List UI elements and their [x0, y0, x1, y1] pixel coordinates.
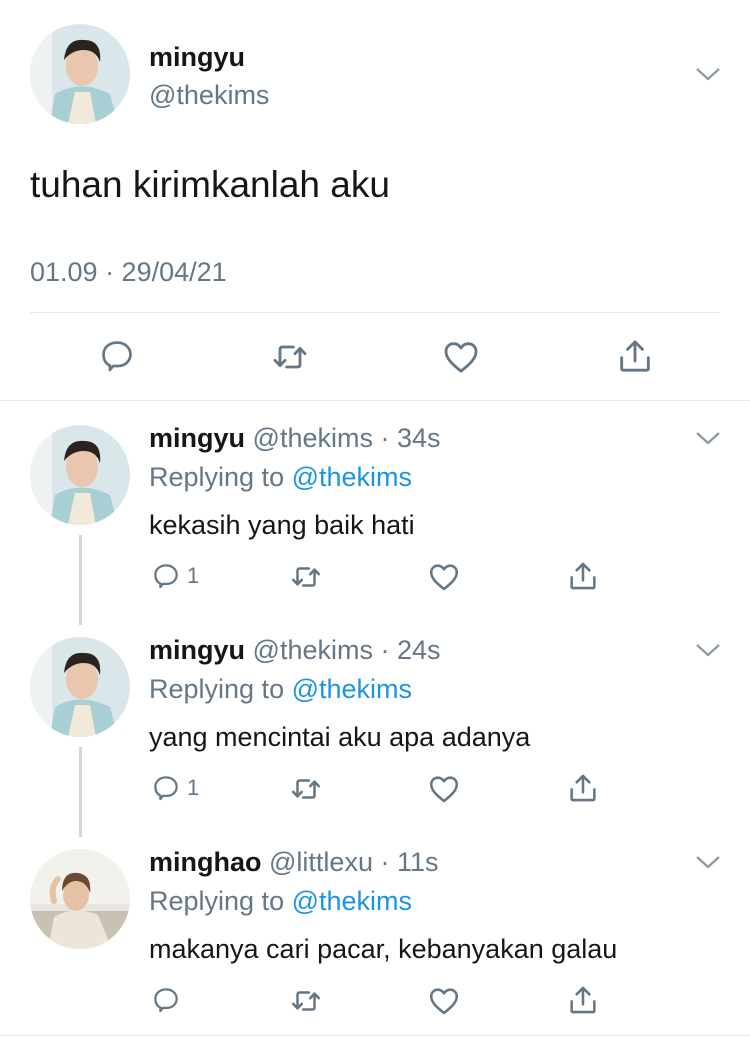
- reply-action[interactable]: 1: [151, 773, 199, 803]
- thread-line: [79, 535, 82, 625]
- author-handle[interactable]: @thekims: [149, 80, 269, 111]
- avatar-image: [30, 24, 130, 124]
- bottom-divider: [0, 1035, 750, 1036]
- share-icon[interactable]: [566, 771, 600, 805]
- chevron-down-icon[interactable]: [695, 642, 721, 658]
- divider: [30, 312, 720, 313]
- reply-action[interactable]: 1: [151, 561, 199, 591]
- retweet-icon[interactable]: [289, 984, 323, 1018]
- like-icon[interactable]: [427, 772, 461, 806]
- like-icon[interactable]: [441, 337, 481, 377]
- replying-to: Replying to @thekims: [149, 886, 412, 917]
- replying-to-handle[interactable]: @thekims: [292, 462, 412, 492]
- avatar[interactable]: [30, 425, 130, 525]
- tweet-timestamp[interactable]: 01.09 · 29/04/21: [30, 257, 227, 288]
- reply-icon: [154, 988, 178, 1013]
- like-icon[interactable]: [427, 560, 461, 594]
- avatar-image: [30, 425, 130, 525]
- section-divider: [0, 400, 750, 401]
- reply-time[interactable]: 24s: [397, 635, 441, 665]
- dot-separator: ·: [372, 423, 397, 453]
- replying-prefix: Replying to: [149, 886, 285, 916]
- like-icon[interactable]: [427, 984, 461, 1018]
- replying-to-handle[interactable]: @thekims: [292, 886, 412, 916]
- reply-text: kekasih yang baik hati: [149, 510, 415, 540]
- chevron-down-icon[interactable]: [695, 66, 721, 82]
- share-icon[interactable]: [615, 336, 655, 376]
- reply-time[interactable]: 34s: [397, 423, 441, 453]
- author-name[interactable]: mingyu: [149, 635, 245, 665]
- dot-separator: ·: [372, 847, 397, 877]
- reply-text: yang mencintai aku apa adanya: [149, 722, 531, 752]
- retweet-icon[interactable]: [270, 337, 310, 377]
- reply-time[interactable]: 11s: [397, 847, 439, 877]
- avatar-image: [30, 637, 130, 737]
- thread-line: [79, 747, 82, 837]
- reply-action[interactable]: [151, 985, 187, 1015]
- reply-icon: [154, 776, 178, 801]
- replying-to: Replying to @thekims: [149, 462, 412, 493]
- reply-icon: [154, 564, 178, 589]
- replying-prefix: Replying to: [149, 674, 285, 704]
- dot-separator: ·: [372, 635, 397, 665]
- author-handle[interactable]: @thekims: [253, 423, 373, 453]
- author-name[interactable]: mingyu: [149, 42, 245, 73]
- replying-prefix: Replying to: [149, 462, 285, 492]
- reply-count: 1: [187, 563, 200, 588]
- retweet-icon[interactable]: [289, 772, 323, 806]
- avatar[interactable]: [30, 24, 130, 124]
- author-handle[interactable]: @thekims: [253, 635, 373, 665]
- reply-text: makanya cari pacar, kebanyakan galau: [149, 934, 618, 964]
- retweet-icon[interactable]: [289, 560, 323, 594]
- author-name[interactable]: minghao: [149, 847, 262, 877]
- tweet-text: tuhan kirimkanlah aku: [30, 164, 390, 205]
- avatar[interactable]: [30, 849, 130, 949]
- author-name[interactable]: mingyu: [149, 423, 245, 453]
- reply-icon[interactable]: [98, 337, 136, 375]
- share-icon[interactable]: [566, 983, 600, 1017]
- reply-header: mingyu @thekims · 34s: [149, 423, 441, 454]
- avatar-image: [30, 849, 130, 949]
- reply-header: minghao @littlexu · 11s: [149, 847, 439, 878]
- replying-to: Replying to @thekims: [149, 674, 412, 705]
- share-icon[interactable]: [566, 559, 600, 593]
- chevron-down-icon[interactable]: [695, 430, 721, 446]
- reply-header: mingyu @thekims · 24s: [149, 635, 441, 666]
- avatar[interactable]: [30, 637, 130, 737]
- replying-to-handle[interactable]: @thekims: [292, 674, 412, 704]
- reply-count: 1: [187, 775, 200, 800]
- chevron-down-icon[interactable]: [695, 854, 721, 870]
- author-handle[interactable]: @littlexu: [269, 847, 373, 877]
